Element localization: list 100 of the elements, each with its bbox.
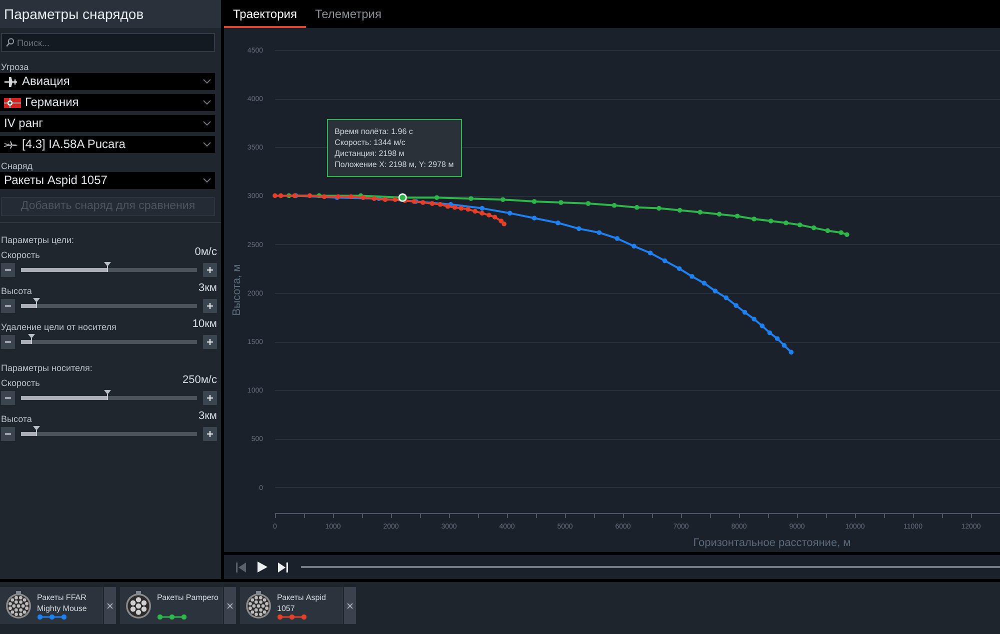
search-field[interactable]: Поиск... [1,33,215,52]
minus-icon [5,433,11,435]
data-point [698,210,702,215]
decrease-button[interactable] [1,299,15,313]
data-point [752,316,756,322]
section-title: Параметры носителя: [0,362,94,375]
slider-thumb[interactable] [33,426,40,436]
minus-icon [5,341,11,343]
close-icon [347,602,353,608]
projectile-name: Ракеты Pampero [157,592,220,604]
dropdown[interactable]: Германия [0,94,215,111]
data-point [558,200,564,205]
close-icon [107,602,113,608]
slider-thumb[interactable] [28,334,36,344]
aircraft-icon [4,140,18,148]
plus-icon [207,267,213,273]
slider-value: 3км [198,282,217,296]
plus-icon [207,303,213,309]
dropdown[interactable]: [4.3] IA.58A Pucara [0,136,215,153]
minus-icon [5,269,11,271]
data-point [662,258,668,264]
rocket-pod-icon [5,591,32,619]
data-point [774,336,780,341]
timeline-track[interactable] [301,566,1000,568]
slider-label: Удаление цели от носителя [1,322,116,334]
dropdown[interactable]: IV ранг [0,115,215,132]
skip-back-icon [236,562,246,572]
increase-button[interactable] [203,299,217,313]
data-point [634,205,640,210]
rocket-pod-icon [245,591,272,619]
plane-icon [4,76,18,86]
dropdown[interactable]: Ракеты Aspid 1057 [0,172,215,189]
data-point [468,196,474,201]
data-point [702,280,707,286]
data-point [614,236,620,241]
decrease-button[interactable] [1,335,15,349]
increase-button[interactable] [203,427,217,441]
slider-thumb[interactable] [104,262,111,272]
slider-value: 3км [198,410,217,424]
data-point [760,324,765,328]
field-label: Угроза [1,61,30,73]
chevron-down-icon [203,79,211,84]
data-point [677,208,682,213]
data-point [500,197,506,202]
data-point [576,226,582,232]
minus-icon [5,397,11,399]
slider-thumb[interactable] [33,298,40,308]
panel-title: Параметры снарядов [0,0,221,28]
data-point [392,197,398,202]
data-point [716,212,722,217]
increase-button[interactable] [203,263,217,277]
slider-label: Высота [1,286,32,298]
data-point [734,214,740,218]
data-point [532,216,537,220]
data-point [472,208,478,214]
data-point [676,266,682,271]
chevron-down-icon [203,100,211,105]
slider-value: 0м/с [194,246,217,260]
decrease-button[interactable] [1,391,15,405]
data-point [825,228,830,234]
decrease-button[interactable] [1,263,15,277]
plus-icon [207,431,213,437]
flag-icon [4,98,21,108]
data-point [596,230,602,235]
field-label: Снаряд [1,160,34,172]
tab[interactable]: Телеметрия [306,0,390,28]
plus-icon [207,339,213,345]
tooltip-text: Время полёта: 1.96 с Скорость: 1344 м/с Дистанция: 2198 м Положение X: 2198 м, Y: 2978 м [334,126,454,170]
slider-label: Высота [1,414,32,426]
remove-button[interactable] [224,587,236,624]
data-point [438,202,443,207]
data-point [586,201,591,206]
slider-label: Скорость [1,378,40,390]
close-icon [227,602,233,608]
projectile-name: Ракеты FFAR Mighty Mouse [37,592,88,614]
data-point [632,244,636,249]
data-point [712,288,718,294]
skip-forward-icon [278,562,288,572]
chevron-down-icon [203,178,211,183]
remove-button[interactable] [344,587,356,624]
data-point [784,220,788,226]
projectile-name: Ракеты Aspid 1057 [277,592,327,614]
data-point [307,193,312,198]
plus-icon [207,395,213,401]
slider-thumb[interactable] [104,390,111,400]
data-point [656,206,662,211]
data-point [420,200,426,205]
remove-button[interactable] [104,587,116,624]
decrease-button[interactable] [1,427,15,441]
section-title: Параметры цели: [0,234,76,247]
dropdown[interactable]: Авиация [0,73,215,90]
rocket-pod-icon [125,591,152,619]
play-icon [256,561,268,573]
increase-button[interactable] [203,391,217,405]
data-point [532,199,537,204]
data-point [556,220,560,226]
chevron-down-icon [203,142,211,147]
slider-value: 250м/с [182,374,217,388]
slider-value: 10км [192,318,217,332]
increase-button[interactable] [203,335,217,349]
